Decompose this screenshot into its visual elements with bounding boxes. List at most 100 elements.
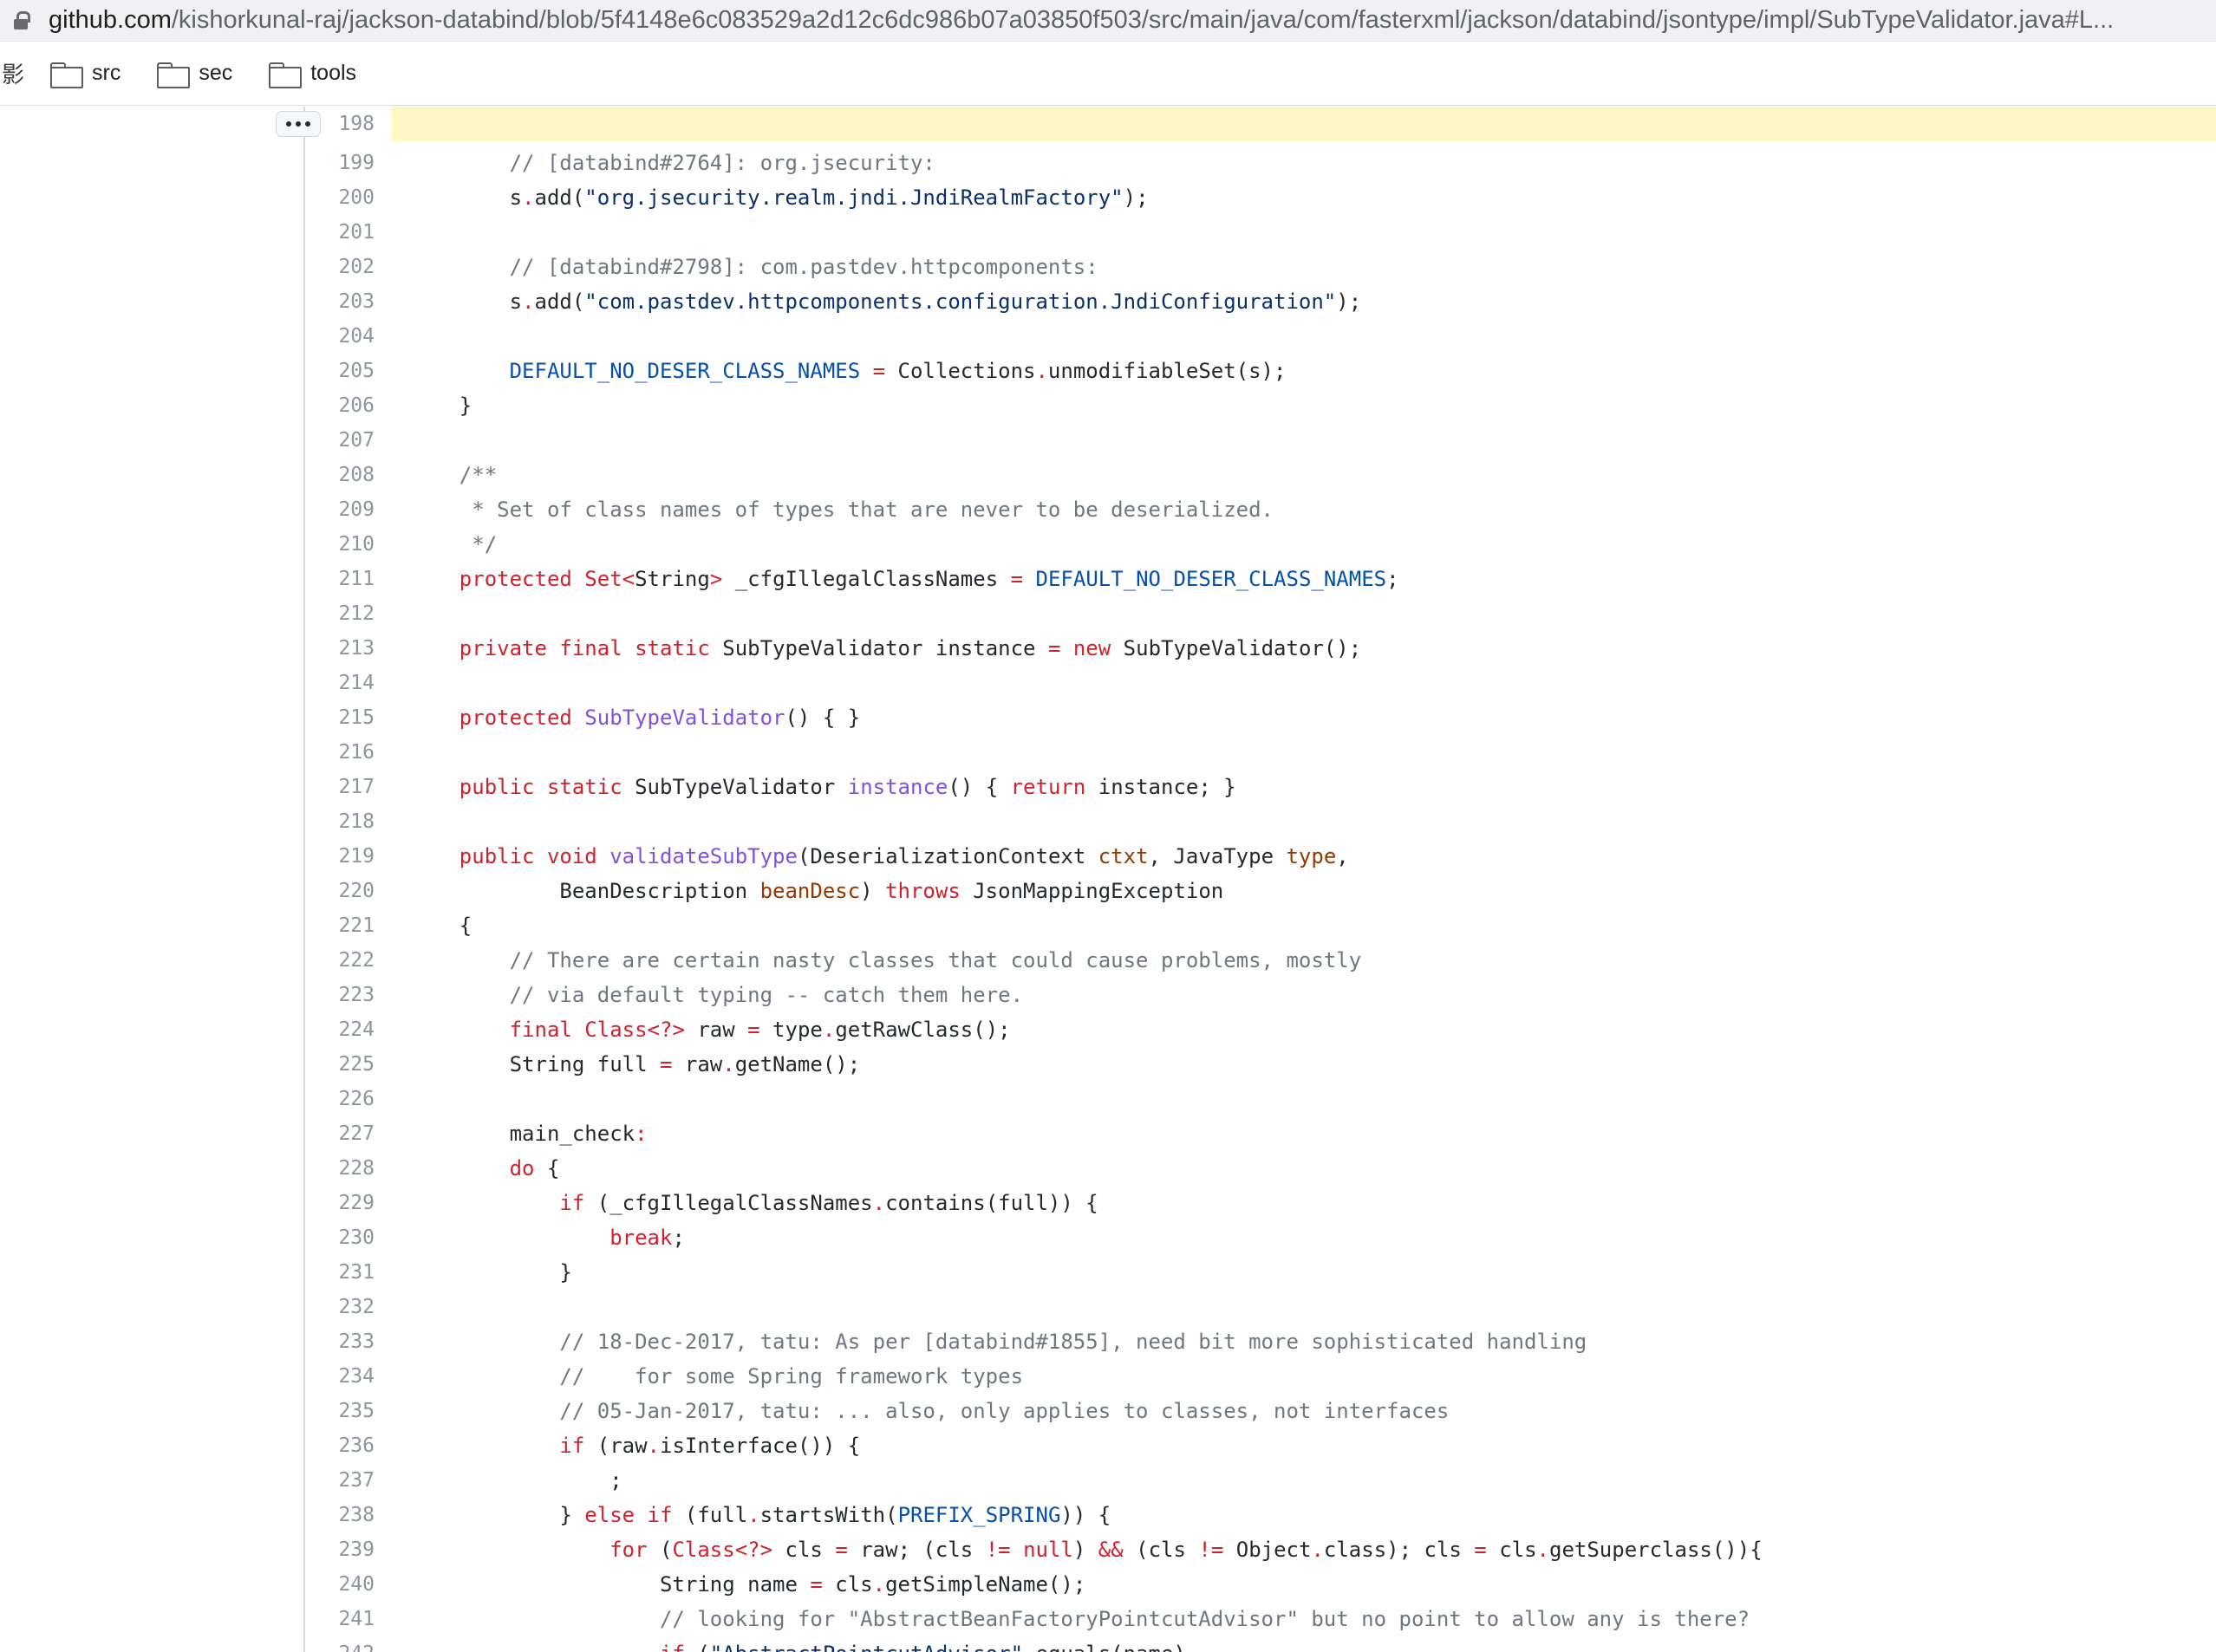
line-number[interactable]: 229 <box>305 1186 375 1220</box>
line-code: // 18-Dec-2017, tatu: As per [databind#1… <box>409 1330 1587 1354</box>
line-number[interactable]: 198 <box>305 107 375 141</box>
line-highlight <box>392 1255 2216 1290</box>
line-number[interactable]: 237 <box>305 1463 375 1498</box>
line-highlight <box>392 319 2216 354</box>
line-number[interactable]: 231 <box>305 1255 375 1290</box>
line-code: main_check: <box>409 1122 648 1146</box>
line-code: DEFAULT_NO_DESER_CLASS_NAMES = Collectio… <box>509 359 1287 383</box>
line-number[interactable]: 224 <box>305 1012 375 1047</box>
code-line: 240 String name = cls.getSimpleName(); <box>0 1567 2216 1602</box>
address-bar[interactable]: github.com/kishorkunal-raj/jackson-datab… <box>0 0 2216 42</box>
line-highlight <box>392 735 2216 770</box>
line-number[interactable]: 227 <box>305 1116 375 1151</box>
line-number[interactable]: 242 <box>305 1636 375 1652</box>
line-highlight <box>392 908 2216 943</box>
line-number[interactable]: 216 <box>305 735 375 770</box>
code-line: 206 } <box>0 388 2216 423</box>
line-number[interactable]: 239 <box>305 1532 375 1567</box>
line-highlight <box>392 1290 2216 1324</box>
code-line: 227 main_check: <box>0 1116 2216 1151</box>
url-text[interactable]: github.com/kishorkunal-raj/jackson-datab… <box>49 6 2199 35</box>
line-number[interactable]: 206 <box>305 388 375 423</box>
url-path: /kishorkunal-raj/jackson-databind/blob/5… <box>171 6 2115 34</box>
line-highlight <box>392 1463 2216 1498</box>
line-number[interactable]: 201 <box>305 215 375 250</box>
code-line: 237 ; <box>0 1463 2216 1498</box>
line-code: s.add("com.pastdev.httpcomponents.config… <box>409 289 1362 314</box>
code-line: 200 s.add("org.jsecurity.realm.jndi.Jndi… <box>0 180 2216 215</box>
line-code: ; <box>409 1468 622 1493</box>
line-number[interactable]: 212 <box>305 596 375 631</box>
line-number[interactable]: 233 <box>305 1324 375 1359</box>
code-line: 228 do { <box>0 1151 2216 1186</box>
line-number[interactable]: 208 <box>305 458 375 492</box>
line-number[interactable]: 220 <box>305 874 375 908</box>
bookmark-label: tools <box>310 61 357 85</box>
line-number[interactable]: 203 <box>305 284 375 319</box>
line-code: } <box>409 393 473 418</box>
line-highlight <box>392 527 2216 562</box>
line-number[interactable]: 241 <box>305 1602 375 1636</box>
line-number[interactable]: 219 <box>305 839 375 874</box>
line-number[interactable]: 199 <box>305 146 375 180</box>
bookmark-folder-tools[interactable]: tools <box>269 61 357 88</box>
line-number[interactable]: 236 <box>305 1428 375 1463</box>
line-number[interactable]: 235 <box>305 1394 375 1428</box>
code-line: 212 <box>0 596 2216 631</box>
line-number[interactable]: 218 <box>305 804 375 839</box>
line-number[interactable]: 230 <box>305 1220 375 1255</box>
line-number[interactable]: 205 <box>305 354 375 388</box>
line-highlight <box>392 107 2216 141</box>
lock-icon[interactable] <box>14 10 30 30</box>
line-code: String name = cls.getSimpleName(); <box>409 1572 1086 1597</box>
line-code: if (_cfgIllegalClassNames.contains(full)… <box>559 1191 1098 1215</box>
code-line: 217 public static SubTypeValidator insta… <box>0 770 2216 804</box>
line-number[interactable]: 204 <box>305 319 375 354</box>
line-code: BeanDescription beanDesc) throws JsonMap… <box>409 879 1224 903</box>
bookmark-folder-sec[interactable]: sec <box>157 61 233 88</box>
line-highlight <box>392 1082 2216 1116</box>
code-line: 209 * Set of class names of types that a… <box>0 492 2216 527</box>
line-number[interactable]: 200 <box>305 180 375 215</box>
code-line: 198 <box>0 107 2216 141</box>
code-line: 241 // looking for "AbstractBeanFactoryP… <box>0 1602 2216 1636</box>
line-number[interactable]: 226 <box>305 1082 375 1116</box>
line-number[interactable]: 213 <box>305 631 375 666</box>
code-line: 225 String full = raw.getName(); <box>0 1047 2216 1082</box>
line-number[interactable]: 222 <box>305 943 375 978</box>
line-number[interactable]: 211 <box>305 562 375 596</box>
line-number[interactable]: 223 <box>305 978 375 1012</box>
line-code: // [databind#2764]: org.jsecurity: <box>409 151 935 175</box>
ellipsis-dot-icon <box>296 121 301 127</box>
line-number[interactable]: 215 <box>305 700 375 735</box>
code-line: 232 <box>0 1290 2216 1324</box>
line-number[interactable]: 202 <box>305 250 375 284</box>
line-number[interactable]: 225 <box>305 1047 375 1082</box>
line-number[interactable]: 221 <box>305 908 375 943</box>
line-number[interactable]: 207 <box>305 423 375 458</box>
line-number[interactable]: 240 <box>305 1567 375 1602</box>
bookmark-label: sec <box>199 61 233 85</box>
bookmark-folder-src[interactable]: src <box>50 61 121 88</box>
line-code: String full = raw.getName(); <box>409 1052 861 1076</box>
line-code: } <box>409 1260 572 1285</box>
line-number[interactable]: 238 <box>305 1498 375 1532</box>
line-code: } else if (full.startsWith(PREFIX_SPRING… <box>409 1503 1111 1527</box>
line-number[interactable]: 214 <box>305 666 375 700</box>
line-number[interactable]: 232 <box>305 1290 375 1324</box>
line-code: final Class<?> raw = type.getRawClass(); <box>509 1018 1011 1042</box>
code-line: 205 DEFAULT_NO_DESER_CLASS_NAMES = Colle… <box>0 354 2216 388</box>
bookmark-item-cut[interactable]: 影 <box>2 57 33 89</box>
line-number[interactable]: 234 <box>305 1359 375 1394</box>
line-number[interactable]: 228 <box>305 1151 375 1186</box>
line-number[interactable]: 209 <box>305 492 375 527</box>
line-code: * Set of class names of types that are n… <box>409 498 1274 522</box>
line-code: protected Set<String> _cfgIllegalClassNa… <box>459 567 1399 591</box>
line-number[interactable]: 217 <box>305 770 375 804</box>
line-highlight <box>392 666 2216 700</box>
line-number[interactable]: 210 <box>305 527 375 562</box>
line-code: // for some Spring framework types <box>409 1364 1024 1389</box>
code-line: 215 protected SubTypeValidator() { } <box>0 700 2216 735</box>
folder-icon <box>157 62 191 88</box>
line-code: /** <box>409 463 498 487</box>
